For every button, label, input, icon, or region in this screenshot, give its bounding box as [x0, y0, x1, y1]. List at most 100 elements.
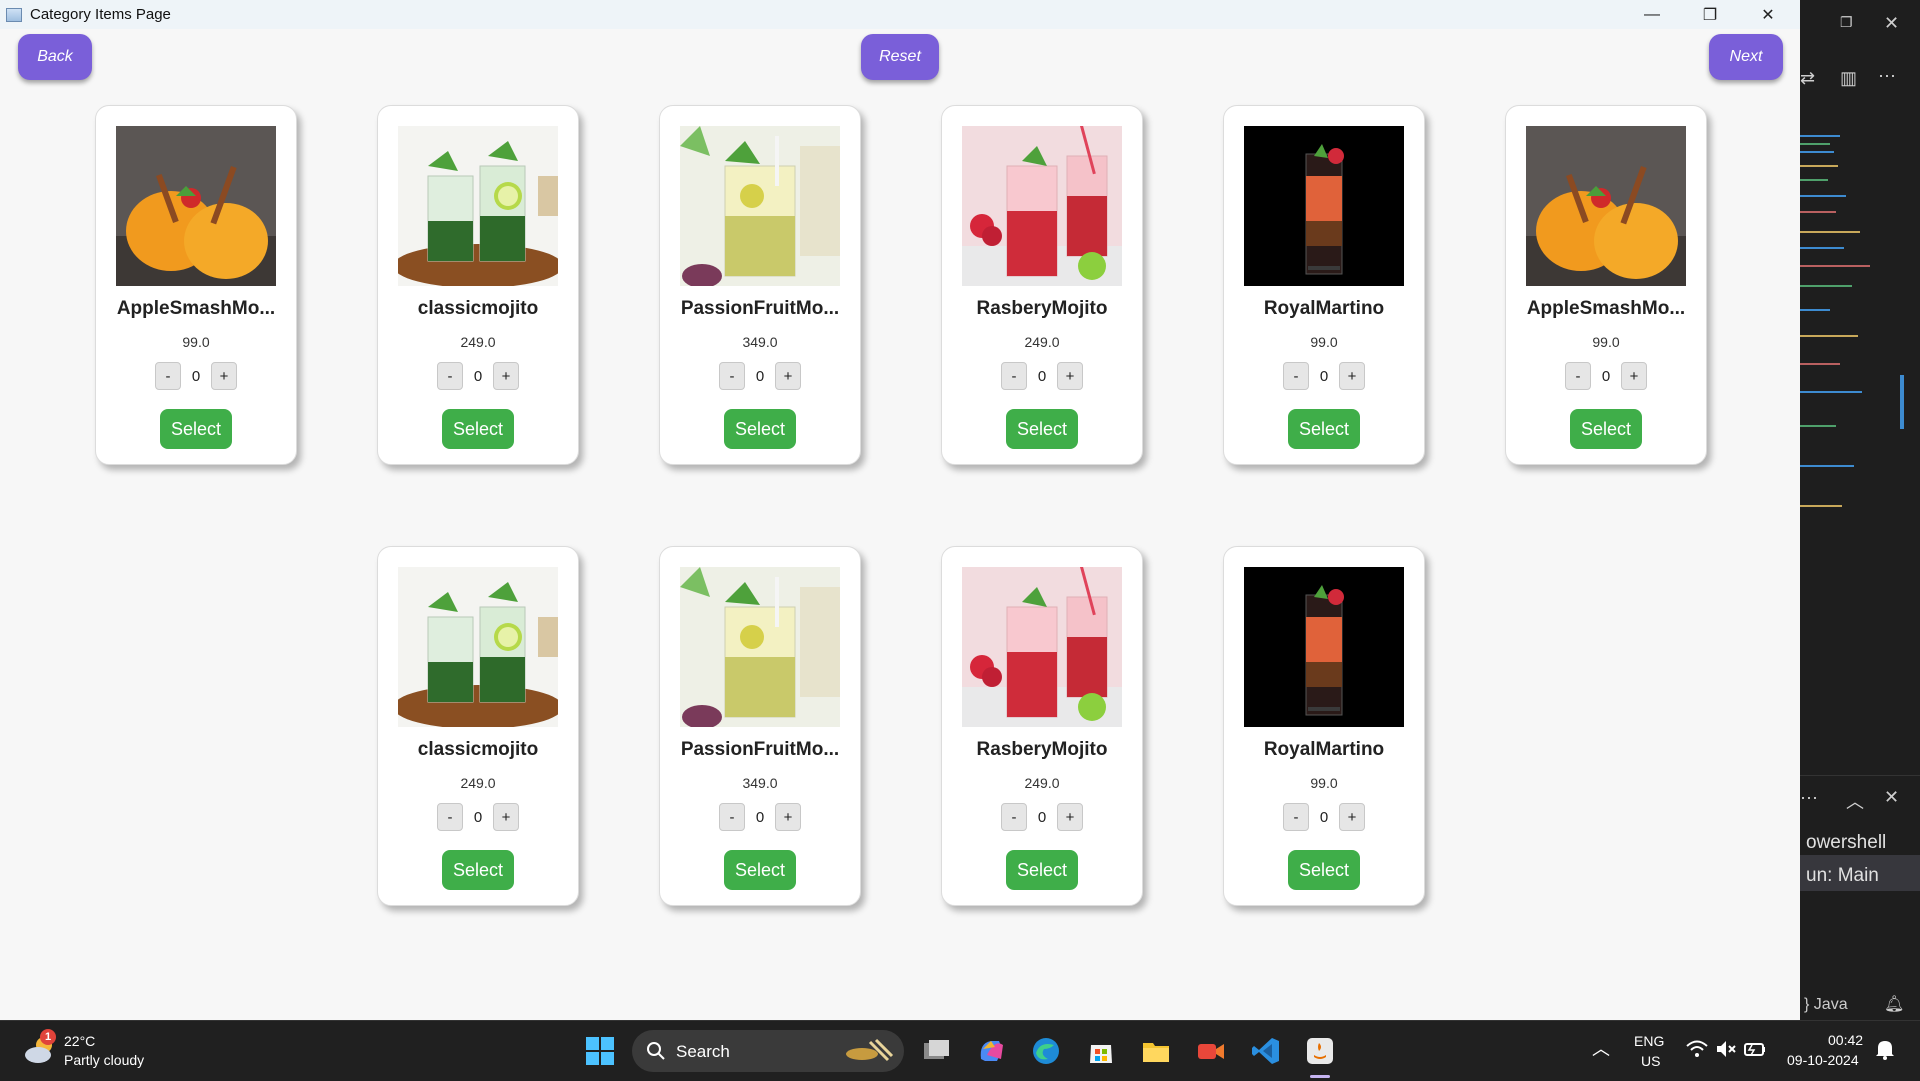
- video-recorder-icon[interactable]: [1195, 1035, 1227, 1067]
- decrement-button[interactable]: -: [719, 803, 745, 831]
- decrement-button[interactable]: -: [1001, 803, 1027, 831]
- notification-bell-icon[interactable]: [1874, 1037, 1896, 1061]
- file-explorer-icon[interactable]: [1140, 1035, 1172, 1067]
- increment-button[interactable]: +: [211, 362, 237, 390]
- more-actions-icon[interactable]: ⋯: [1878, 66, 1896, 87]
- item-price: 99.0: [182, 334, 210, 350]
- next-button[interactable]: Next: [1709, 34, 1783, 80]
- item-card: RasberyMojito 249.0 -0 + Select: [941, 546, 1143, 906]
- decrement-button[interactable]: -: [1283, 803, 1309, 831]
- quantity-stepper: -0 +: [942, 803, 1142, 831]
- clock-time[interactable]: 00:42: [1828, 1032, 1863, 1048]
- select-button[interactable]: Select: [724, 850, 796, 890]
- input-language-line1[interactable]: ENG: [1634, 1033, 1664, 1049]
- select-button[interactable]: Select: [1570, 409, 1642, 449]
- decrement-button[interactable]: -: [1001, 362, 1027, 390]
- task-view-icon[interactable]: [920, 1035, 952, 1067]
- close-button[interactable]: ✕: [1739, 0, 1797, 29]
- terminal-item-run-main[interactable]: un: Main: [1806, 865, 1879, 887]
- decrement-button[interactable]: -: [719, 362, 745, 390]
- language-mode[interactable]: } Java: [1804, 996, 1848, 1014]
- back-button[interactable]: Back: [18, 34, 92, 80]
- quantity-stepper: -0 +: [378, 362, 578, 390]
- decrement-button[interactable]: -: [437, 803, 463, 831]
- maximize-button[interactable]: ❐: [1681, 0, 1739, 29]
- item-image: [398, 567, 558, 727]
- item-image: [680, 567, 840, 727]
- source-control-icon[interactable]: ⇄: [1800, 68, 1815, 89]
- item-price: 99.0: [1310, 334, 1338, 350]
- item-name: classicmojito: [417, 298, 539, 319]
- increment-button[interactable]: +: [775, 803, 801, 831]
- quantity-value: 0: [473, 808, 483, 826]
- select-button[interactable]: Select: [1288, 850, 1360, 890]
- terminal-item-powershell[interactable]: owershell: [1806, 832, 1886, 854]
- item-card: classicmojito 249.0 -0 + Select: [377, 546, 579, 906]
- item-card: classicmojito 249.0 -0 + Select: [377, 105, 579, 465]
- quantity-value: 0: [191, 367, 201, 385]
- increment-button[interactable]: +: [1057, 803, 1083, 831]
- select-button[interactable]: Select: [1006, 409, 1078, 449]
- editor-close-icon[interactable]: ✕: [1884, 13, 1899, 34]
- battery-icon[interactable]: [1743, 1037, 1767, 1061]
- decrement-button[interactable]: -: [437, 362, 463, 390]
- quantity-stepper: -0 +: [378, 803, 578, 831]
- java-app-icon[interactable]: [1304, 1035, 1336, 1067]
- increment-button[interactable]: +: [493, 362, 519, 390]
- item-name: RasberyMojito: [976, 739, 1108, 760]
- quantity-value: 0: [755, 367, 765, 385]
- search-label: Search: [676, 1042, 730, 1061]
- item-price: 349.0: [742, 775, 778, 791]
- item-image: [962, 567, 1122, 727]
- notifications-bell-icon[interactable]: 🔔︎: [1884, 994, 1904, 1014]
- select-button[interactable]: Select: [160, 409, 232, 449]
- terminal-more-icon[interactable]: ⋯: [1800, 788, 1818, 809]
- wifi-icon[interactable]: [1685, 1037, 1709, 1061]
- microsoft-store-icon[interactable]: [1085, 1035, 1117, 1067]
- app-window: Category Items Page — ❐ ✕ Back Reset Nex…: [0, 0, 1801, 1020]
- clock-date[interactable]: 09-10-2024: [1787, 1052, 1859, 1068]
- item-price: 249.0: [1024, 775, 1060, 791]
- select-button[interactable]: Select: [442, 409, 514, 449]
- item-price: 249.0: [460, 775, 496, 791]
- select-button[interactable]: Select: [442, 850, 514, 890]
- show-hidden-icons-icon[interactable]: ︿: [1592, 1035, 1610, 1061]
- maximize-panel-icon[interactable]: ︿: [1846, 788, 1864, 814]
- select-button[interactable]: Select: [1288, 409, 1360, 449]
- volume-muted-icon[interactable]: [1714, 1037, 1738, 1061]
- edge-browser-icon[interactable]: [1030, 1035, 1062, 1067]
- copilot-icon[interactable]: [975, 1035, 1007, 1067]
- quantity-stepper: -0 +: [1506, 362, 1706, 390]
- item-image: [1244, 567, 1404, 727]
- input-language-line2[interactable]: US: [1641, 1053, 1660, 1069]
- increment-button[interactable]: +: [775, 362, 801, 390]
- increment-button[interactable]: +: [1621, 362, 1647, 390]
- weather-temperature[interactable]: 22°C: [64, 1033, 95, 1049]
- restore-icon[interactable]: ❐: [1840, 14, 1853, 31]
- item-price: 249.0: [1024, 334, 1060, 350]
- quantity-stepper: -0 +: [96, 362, 296, 390]
- item-price: 349.0: [742, 334, 778, 350]
- close-panel-icon[interactable]: ✕: [1884, 787, 1899, 808]
- taskbar-search[interactable]: Search: [632, 1030, 904, 1072]
- item-image: [1244, 126, 1404, 286]
- start-windows-icon[interactable]: [584, 1035, 616, 1067]
- app-window-icon: [6, 7, 22, 22]
- quantity-stepper: -0 +: [942, 362, 1142, 390]
- split-editor-icon[interactable]: ▥: [1840, 68, 1857, 89]
- increment-button[interactable]: +: [1057, 362, 1083, 390]
- reset-button[interactable]: Reset: [861, 34, 939, 80]
- minimize-button[interactable]: —: [1623, 0, 1681, 29]
- decrement-button[interactable]: -: [1283, 362, 1309, 390]
- increment-button[interactable]: +: [1339, 362, 1365, 390]
- increment-button[interactable]: +: [1339, 803, 1365, 831]
- select-button[interactable]: Select: [1006, 850, 1078, 890]
- weather-description[interactable]: Partly cloudy: [64, 1052, 144, 1068]
- increment-button[interactable]: +: [493, 803, 519, 831]
- minimap[interactable]: [1800, 135, 1920, 555]
- decrement-button[interactable]: -: [155, 362, 181, 390]
- vscode-icon[interactable]: [1250, 1035, 1282, 1067]
- select-button[interactable]: Select: [724, 409, 796, 449]
- decrement-button[interactable]: -: [1565, 362, 1591, 390]
- quantity-stepper: -0 +: [660, 362, 860, 390]
